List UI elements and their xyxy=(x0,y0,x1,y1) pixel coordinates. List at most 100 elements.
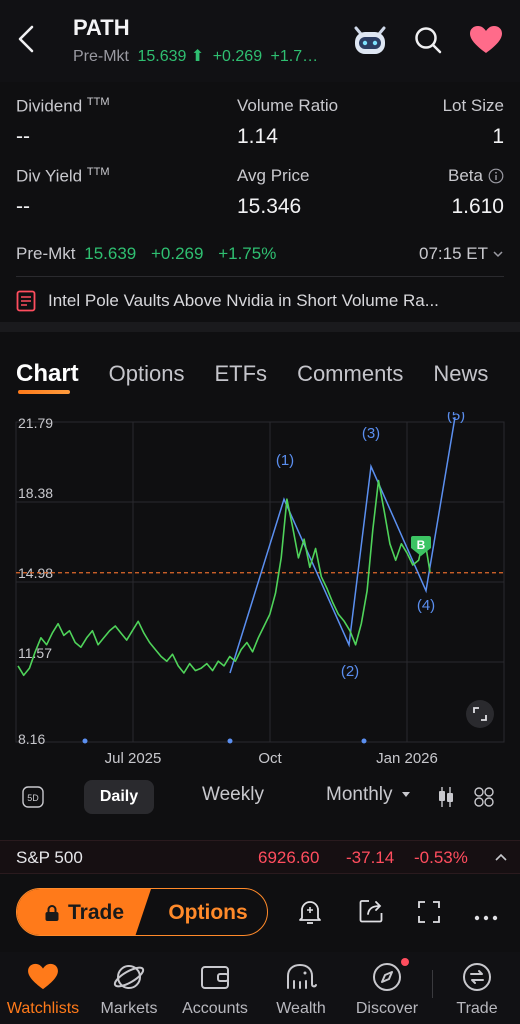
dividend-label: Dividend TTM xyxy=(16,96,110,116)
nav-wealth[interactable]: Wealth xyxy=(258,960,344,1018)
back-chevron-icon[interactable] xyxy=(12,22,42,56)
nav-accounts[interactable]: Accounts xyxy=(172,960,258,1018)
period-monthly-dropdown[interactable]: Monthly xyxy=(326,784,411,806)
nav-discover[interactable]: Discover xyxy=(344,958,430,1018)
premarket-summary: Pre-Mkt 15.639 ⬆ +0.269 +1.7… xyxy=(73,46,322,66)
div-yield-value: -- xyxy=(16,195,30,218)
volume-ratio-label: Volume Ratio xyxy=(237,96,339,115)
premarket-row-price: 15.639 xyxy=(84,244,137,263)
tab-comments[interactable]: Comments xyxy=(297,361,403,387)
x-tick-label: Jan 2026 xyxy=(376,750,438,767)
y-tick-label: 18.38 xyxy=(18,485,53,501)
premarket-price: 15.639 xyxy=(137,48,187,65)
planet-icon xyxy=(113,965,145,989)
trade-button[interactable]: Trade xyxy=(17,889,151,935)
trade-action-bar: Trade Options xyxy=(0,886,520,942)
index-percent: -0.53% xyxy=(414,848,468,867)
expand-chart-icon[interactable] xyxy=(466,700,494,728)
lot-size-label: Lot Size xyxy=(442,96,504,115)
nav-watchlists-label: Watchlists xyxy=(6,1000,80,1017)
premarket-time: 07:15 ET xyxy=(419,244,488,263)
event-dot xyxy=(361,738,367,744)
premarket-row-change: +0.269 xyxy=(150,244,204,263)
tab-etfs[interactable]: ETFs xyxy=(215,361,268,387)
avg-price-value: 15.346 xyxy=(237,195,302,218)
period-weekly[interactable]: Weekly xyxy=(202,784,264,806)
tab-chart[interactable]: Chart xyxy=(16,360,79,394)
nav-wealth-label: Wealth xyxy=(276,1000,326,1017)
share-icon[interactable] xyxy=(358,898,384,929)
price-chart[interactable]: 21.7918.3814.9811.578.16 Jul 2025 Oct Jan … xyxy=(0,412,520,772)
event-dot xyxy=(82,738,88,744)
bottom-navigation: Watchlists Markets Accounts Wealth Disco… xyxy=(0,952,520,1024)
nav-accounts-label: Accounts xyxy=(182,1000,248,1017)
event-dot xyxy=(227,738,233,744)
trade-icon xyxy=(463,963,491,991)
period-monthly: Monthly xyxy=(326,784,393,805)
y-axis-labels: 21.7918.3814.9811.578.16 xyxy=(18,415,53,747)
premarket-row-percent: +1.75% xyxy=(218,244,277,263)
y-tick-label: 21.79 xyxy=(18,415,53,431)
up-arrow-icon: ⬆ xyxy=(190,48,205,65)
lot-size-value: 1 xyxy=(492,125,504,148)
chevron-up-icon[interactable] xyxy=(494,852,508,862)
wave-label: (1) xyxy=(276,452,294,469)
x-tick-label: Oct xyxy=(258,750,282,767)
lock-icon xyxy=(45,905,59,921)
premarket-percent: +1.7… xyxy=(270,48,319,65)
index-value: 6926.60 xyxy=(258,848,320,867)
nav-markets[interactable]: Markets xyxy=(86,960,172,1018)
compass-icon xyxy=(373,963,401,991)
robot-assistant-icon[interactable] xyxy=(350,20,390,60)
elephant-icon xyxy=(287,963,317,989)
premarket-change: +0.269 xyxy=(212,48,263,65)
candlestick-icon[interactable] xyxy=(436,786,456,813)
period-daily[interactable]: Daily xyxy=(84,780,154,814)
beta-label: Beta xyxy=(448,166,504,186)
nav-markets-label: Markets xyxy=(100,1000,158,1017)
nav-discover-label: Discover xyxy=(355,1000,419,1017)
wallet-icon xyxy=(201,966,229,989)
section-separator xyxy=(0,322,520,332)
index-change: -37.14 xyxy=(346,848,395,867)
volume-ratio-value: 1.14 xyxy=(237,125,278,148)
caret-down-icon xyxy=(401,792,410,797)
price-alert-icon[interactable] xyxy=(297,898,323,931)
chevron-down-icon xyxy=(493,251,503,258)
five-day-icon[interactable]: 5D xyxy=(22,786,44,813)
premarket-row: Pre-Mkt 15.639 +0.269 +1.75% 07:15 ET xyxy=(16,244,504,266)
info-icon[interactable] xyxy=(488,168,504,184)
news-headline-row[interactable]: Intel Pole Vaults Above Nvidia in Short … xyxy=(16,288,504,314)
nav-trade[interactable]: Trade xyxy=(434,960,520,1018)
nav-watchlists[interactable]: Watchlists xyxy=(0,960,86,1018)
y-tick-label: 8.16 xyxy=(18,731,45,747)
index-name: S&P 500 xyxy=(16,848,83,867)
wave-label: (4) xyxy=(417,597,435,614)
period-selector: 5D Daily Weekly Monthly xyxy=(0,780,520,816)
wave-label: (3) xyxy=(362,425,380,442)
grid-layout-icon[interactable] xyxy=(473,786,495,813)
tab-options[interactable]: Options xyxy=(109,361,185,387)
favorite-heart-icon[interactable] xyxy=(466,20,506,60)
news-headline: Intel Pole Vaults Above Nvidia in Short … xyxy=(48,291,439,310)
buy-marker[interactable]: B xyxy=(411,536,431,556)
fullscreen-icon[interactable] xyxy=(417,900,441,929)
premarket-time-dropdown[interactable]: 07:15 ET xyxy=(419,244,504,264)
more-options-icon[interactable] xyxy=(474,908,498,926)
wave-label: (5) xyxy=(447,412,465,424)
search-icon[interactable] xyxy=(408,20,448,60)
x-tick-label: Jul 2025 xyxy=(105,750,162,767)
avg-price-label: Avg Price xyxy=(237,166,310,185)
options-button[interactable]: Options xyxy=(147,889,267,935)
premarket-row-label: Pre-Mkt xyxy=(16,244,76,263)
svg-text:5D: 5D xyxy=(27,793,39,803)
heart-icon xyxy=(28,963,58,990)
premarket-label: Pre-Mkt xyxy=(73,48,129,65)
tab-news[interactable]: News xyxy=(433,361,488,387)
div-yield-label: Div Yield TTM xyxy=(16,166,110,186)
price-line xyxy=(17,479,431,677)
trade-label: Trade xyxy=(67,901,125,924)
index-ticker-bar[interactable]: S&P 500 6926.60 -37.14 -0.53% xyxy=(0,840,520,874)
news-icon xyxy=(16,290,36,312)
notification-dot xyxy=(401,958,409,966)
